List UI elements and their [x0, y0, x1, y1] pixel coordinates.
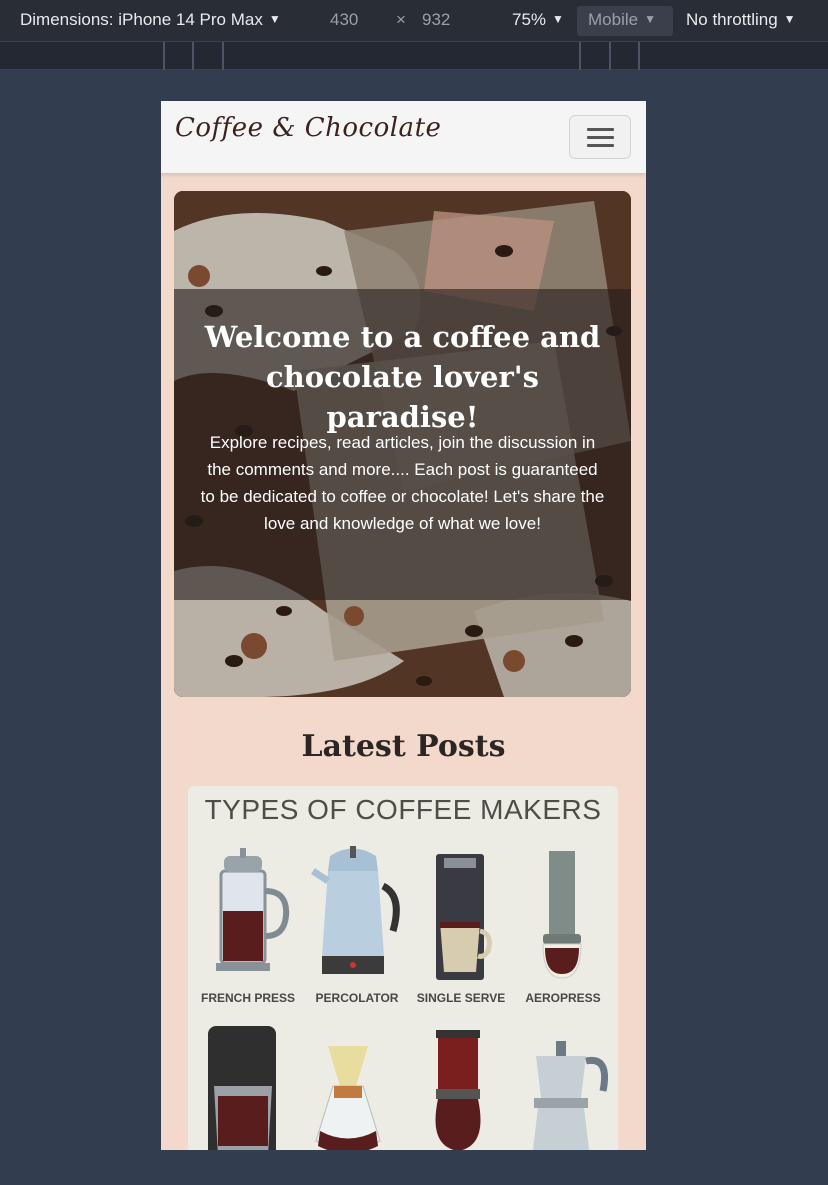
hamburger-icon: [587, 136, 614, 139]
height-input[interactable]: 932: [422, 10, 450, 30]
throttling-label: No throttling: [686, 10, 778, 29]
device-viewport: Coffee & Chocolate Welcome to a coffee a…: [161, 101, 646, 1150]
throttling-dropdown[interactable]: No throttling ▼: [686, 10, 796, 30]
device-type-dropdown[interactable]: Mobile ▼: [588, 10, 656, 30]
chevron-down-icon: ▼: [783, 12, 796, 26]
zoom-dropdown[interactable]: 75% ▼: [512, 10, 564, 30]
hero-description: Explore recipes, read articles, join the…: [200, 433, 605, 533]
french-press-icon: [216, 848, 290, 971]
device-dimensions-dropdown[interactable]: Dimensions: iPhone 14 Pro Max ▼: [20, 10, 281, 30]
hamburger-icon: [587, 128, 614, 131]
brand-logo[interactable]: Coffee & Chocolate: [175, 113, 441, 143]
siphon-icon: [435, 1030, 481, 1150]
menu-toggle-button[interactable]: [569, 115, 631, 159]
ruler-tick: [192, 42, 194, 70]
ruler-tick: [609, 42, 611, 70]
times-icon: ×: [396, 10, 406, 29]
percolator-icon: [311, 846, 400, 974]
pour-over-icon: [315, 1046, 381, 1150]
latest-posts-heading: Latest Posts: [301, 729, 506, 764]
media-query-ruler: [0, 42, 828, 70]
ruler-tick: [222, 42, 224, 70]
chevron-down-icon: ▼: [552, 12, 564, 26]
chevron-down-icon: ▼: [644, 12, 656, 26]
moka-pot-icon: [532, 1041, 609, 1150]
hamburger-icon: [587, 144, 614, 147]
hero-title: Welcome to a coffee and chocolate lover'…: [204, 320, 601, 434]
navbar: Coffee & Chocolate: [161, 101, 646, 173]
label-single-serve: SINGLE SERVE: [416, 991, 506, 1005]
chevron-down-icon: ▼: [268, 12, 281, 26]
post-image-title: TYPES OF COFFEE MAKERS: [204, 794, 602, 825]
zoom-label: 75%: [512, 10, 547, 29]
post-card[interactable]: TYPES OF COFFEE MAKERS FRENCH PRESS PERC…: [188, 786, 618, 1150]
label-french-press: FRENCH PRESS: [200, 991, 295, 1005]
label-percolator: PERCOLATOR: [315, 991, 399, 1005]
width-input[interactable]: 430: [330, 10, 358, 30]
hero-banner: Welcome to a coffee and chocolate lover'…: [174, 191, 631, 697]
dimensions-label: Dimensions: iPhone 14 Pro Max: [20, 10, 263, 29]
label-aeropress: AEROPRESS: [525, 991, 601, 1005]
single-serve-icon: [436, 854, 492, 980]
device-type-label: Mobile: [588, 10, 639, 29]
drip-machine-icon: [208, 1026, 276, 1150]
ruler-tick: [579, 42, 581, 70]
devtools-toolbar: Dimensions: iPhone 14 Pro Max ▼ 430 × 932…: [0, 0, 828, 42]
ruler-tick: [163, 42, 165, 70]
ruler-tick: [638, 42, 640, 70]
aeropress-icon: [542, 851, 582, 979]
coffee-makers-illustration: [208, 846, 609, 1150]
